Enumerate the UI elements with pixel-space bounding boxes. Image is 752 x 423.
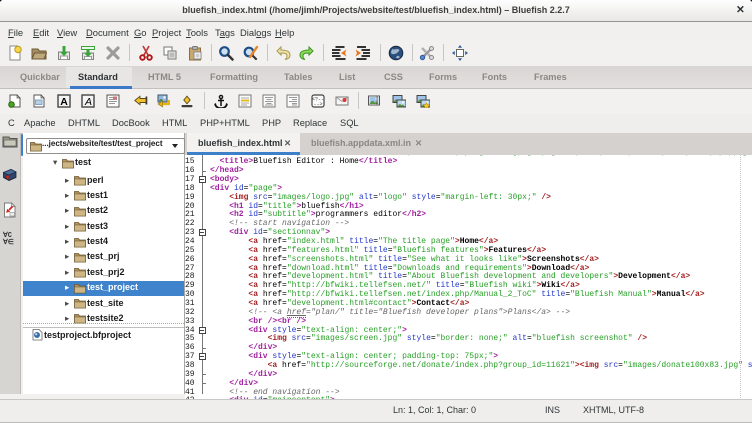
svg-text:-->: --> <box>313 102 322 108</box>
svg-text:∀∈: ∀∈ <box>2 238 14 246</box>
svg-text:A: A <box>84 96 92 108</box>
svg-text:A: A <box>60 96 68 108</box>
